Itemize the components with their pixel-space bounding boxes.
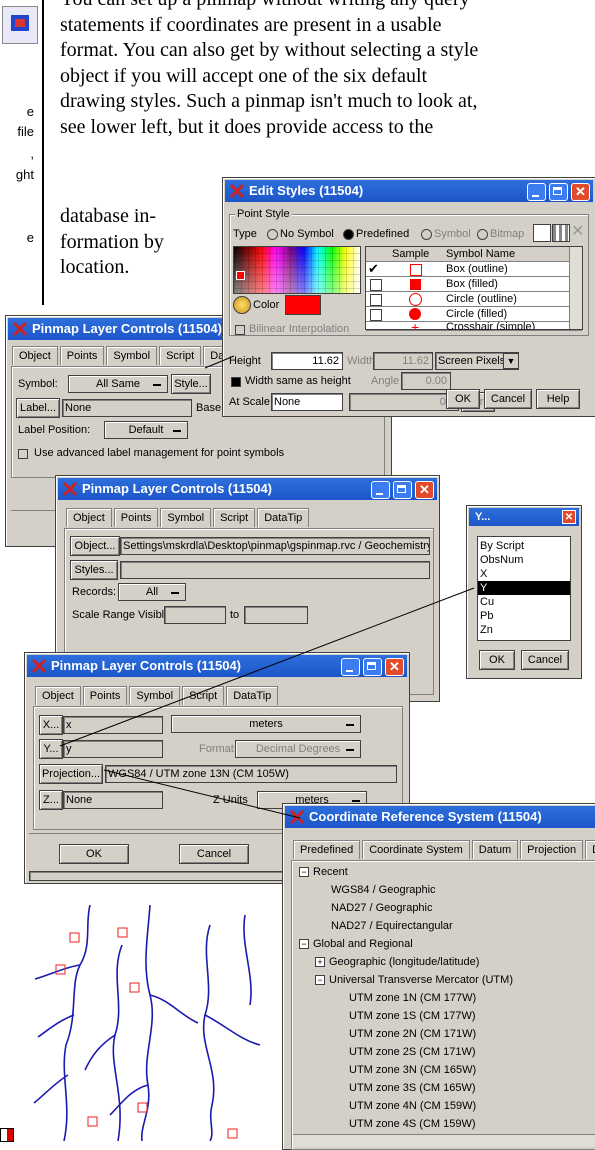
pinmap-preview (33, 905, 261, 1141)
connector-line (204, 355, 235, 369)
page-edge-mark (0, 1128, 14, 1142)
pin-marker (117, 927, 128, 938)
pin-marker (129, 982, 140, 993)
pin-marker (69, 932, 80, 943)
connector-line (103, 769, 301, 819)
pin-marker (137, 1102, 148, 1113)
pin-marker (227, 1128, 238, 1139)
connector-line (59, 587, 475, 747)
pin-marker (87, 1116, 98, 1127)
